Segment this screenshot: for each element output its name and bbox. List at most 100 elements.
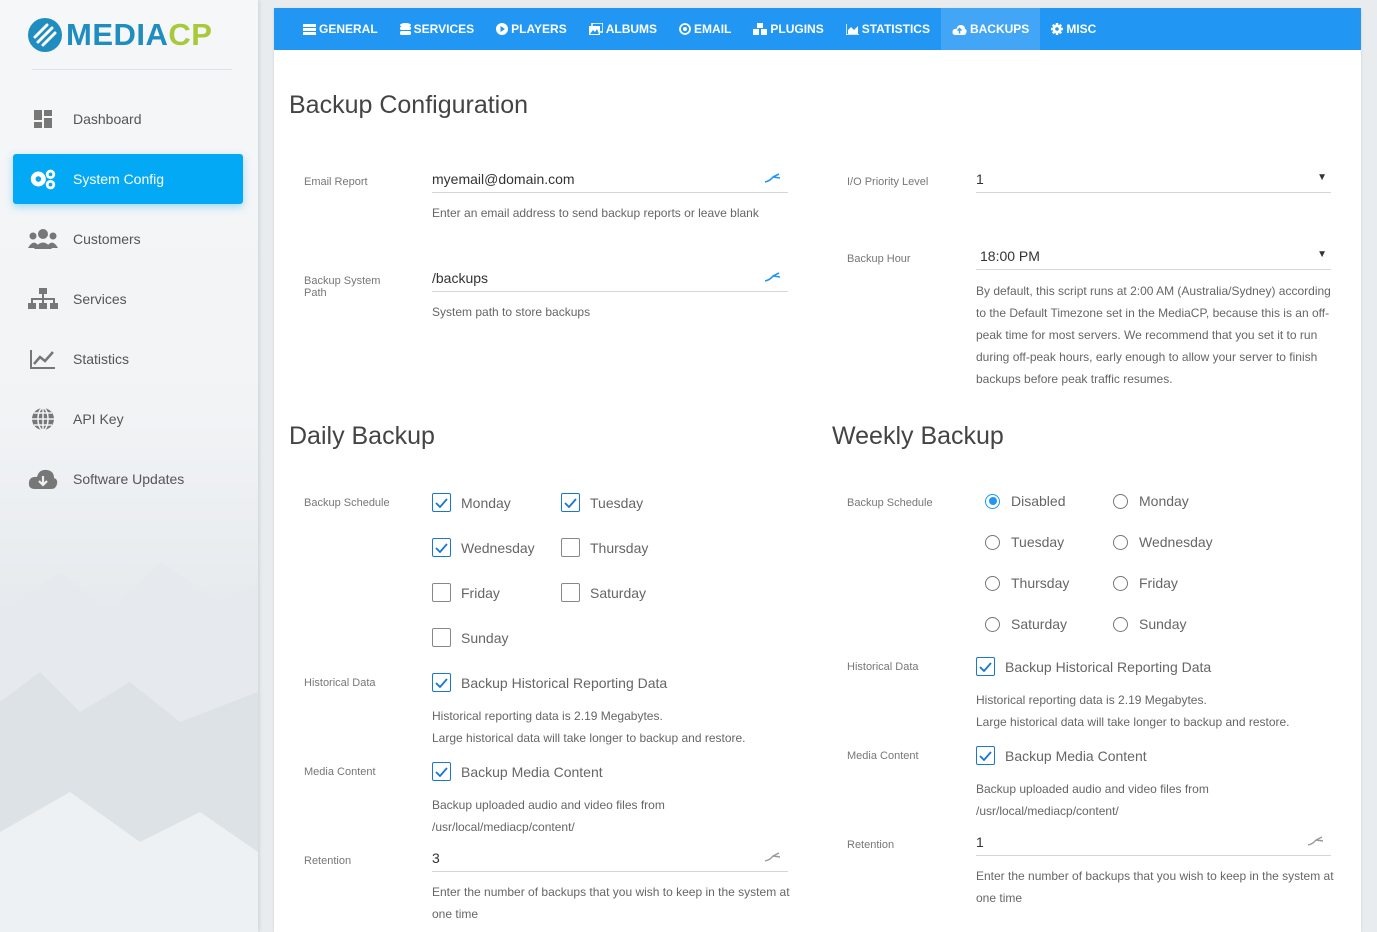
radio-label: Tuesday [1011,534,1065,550]
divider [32,69,232,70]
checkbox-checked [561,493,580,512]
checkbox-label: Sunday [461,629,509,646]
help-line: to the Default Timezone set in the Media… [976,306,1330,320]
logo[interactable]: MEDIACP [27,14,212,56]
weekly-radio-thursday[interactable]: Thursday [985,575,1069,591]
daily-retention-input[interactable]: 3 [432,842,788,872]
email-report-value: myemail@domain.com [432,170,575,187]
gears-icon [28,167,58,191]
weekly-radio-friday[interactable]: Friday [1113,575,1178,591]
radio-unselected [985,616,1000,632]
checkbox-label: Backup Historical Reporting Data [461,674,668,691]
tab-misc[interactable]: MISC [1040,8,1107,50]
images-icon [588,23,603,35]
help-line: Backup uploaded audio and video files fr… [432,798,665,812]
radio-label: Disabled [1011,493,1066,509]
section-title-backup-configuration: Backup Configuration [289,91,529,119]
radio-unselected [985,575,1000,591]
sidebar-item-software-updates[interactable]: Software Updates [13,454,243,504]
checkbox-checked [976,746,995,765]
weekly-radio-sunday[interactable]: Sunday [1113,616,1186,632]
radio-label: Friday [1139,575,1178,591]
tab-bar: GENERAL SERVICES PLAYERS ALBUMS EMAIL PL… [274,8,1361,50]
checkbox-unchecked [432,583,451,602]
tab-statistics[interactable]: STATISTICS [835,8,941,50]
backup-hour-select[interactable]: 18:00 PM ▼ [976,240,1331,270]
sidebar-item-label: System Config [73,171,165,187]
backup-system-path-input[interactable]: /backups [432,262,788,292]
weekly-historical-data-help: Historical reporting data is 2.19 Megaby… [976,689,1290,733]
weekly-radio-disabled[interactable]: Disabled [985,493,1065,509]
weekly-backup-schedule-label: Backup Schedule [847,497,933,509]
checkbox-checked [976,657,995,676]
weekly-radio-tuesday[interactable]: Tuesday [985,534,1064,550]
email-report-help: Enter an email address to send backup re… [432,206,759,220]
help-line: Enter the number of backups that you wis… [976,869,1334,883]
daily-retention-label: Retention [304,855,352,867]
radio-unselected [1113,575,1128,591]
tab-players[interactable]: PLAYERS [485,8,578,50]
sidebar-item-system-config[interactable]: System Config [13,154,243,204]
checkmark-icon [435,766,448,777]
play-circle-icon [496,23,509,35]
daily-historical-data-checkbox[interactable]: Backup Historical Reporting Data [432,673,667,692]
checkbox-label: Friday [461,584,500,601]
daily-checkbox-saturday[interactable]: Saturday [561,583,646,602]
weekly-media-content-checkbox[interactable]: Backup Media Content [976,746,1147,765]
io-priority-select[interactable]: 1 ▼ [976,163,1331,193]
sidebar-item-label: Customers [73,231,141,247]
tab-label: SERVICES [413,22,475,36]
checkmark-icon [979,661,992,672]
weekly-retention-input[interactable]: 1 [976,826,1331,856]
daily-checkbox-sunday[interactable]: Sunday [432,628,508,647]
daily-checkbox-monday[interactable]: Monday [432,493,511,512]
checkbox-checked [432,493,451,512]
checkbox-checked [432,762,451,781]
caret-down-icon: ▼ [1317,249,1327,260]
weekly-historical-data-checkbox[interactable]: Backup Historical Reporting Data [976,657,1211,676]
help-line: Enter the number of backups that you wis… [432,885,790,899]
daily-media-content-checkbox[interactable]: Backup Media Content [432,762,603,781]
tab-plugins[interactable]: PLUGINS [742,8,834,50]
sidebar-item-services[interactable]: Services [13,274,243,324]
checkbox-label: Backup Media Content [461,763,603,780]
cloud-download-icon [28,467,58,491]
sidebar-item-customers[interactable]: Customers [13,214,243,264]
daily-checkbox-tuesday[interactable]: Tuesday [561,493,643,512]
tab-backups[interactable]: BACKUPS [940,8,1041,50]
help-line: Large historical data will take longer t… [432,731,746,745]
sidebar-item-dashboard[interactable]: Dashboard [13,94,243,144]
tab-general[interactable]: GENERAL [292,8,389,50]
help-line: /usr/local/mediacp/content/ [432,820,575,834]
tab-email[interactable]: EMAIL [668,8,742,50]
checkmark-icon [435,497,448,508]
daily-checkbox-wednesday[interactable]: Wednesday [432,538,535,557]
checkmark-icon [564,497,577,508]
checkbox-label: Tuesday [590,494,644,511]
sidebar-item-api-key[interactable]: API Key [13,394,243,444]
list-icon [303,23,316,35]
checkbox-checked [432,673,451,692]
daily-checkbox-thursday[interactable]: Thursday [561,538,648,557]
backup-system-path-label: Backup System Path [304,275,381,299]
weekly-radio-saturday[interactable]: Saturday [985,616,1067,632]
weekly-radio-monday[interactable]: Monday [1113,493,1189,509]
help-line: backups before peak traffic resumes. [976,372,1173,386]
radio-label: Saturday [1011,616,1068,632]
email-report-input[interactable]: myemail@domain.com [432,163,788,193]
daily-checkbox-friday[interactable]: Friday [432,583,500,602]
section-title-weekly-backup: Weekly Backup [832,422,1004,450]
weekly-radio-wednesday[interactable]: Wednesday [1113,534,1213,550]
globe-icon [28,407,58,431]
checkmark-icon [979,750,992,761]
checkbox-label: Thursday [590,539,649,556]
radio-unselected [985,534,1000,550]
tab-albums[interactable]: ALBUMS [578,8,668,50]
cog-icon [1051,23,1064,35]
email-report-label: Email Report [304,176,368,188]
checkbox-unchecked [561,538,580,557]
tab-label: STATISTICS [861,22,930,36]
sidebar-item-statistics[interactable]: Statistics [13,334,243,384]
checkbox-label: Wednesday [461,539,535,556]
tab-services[interactable]: SERVICES [389,8,485,50]
